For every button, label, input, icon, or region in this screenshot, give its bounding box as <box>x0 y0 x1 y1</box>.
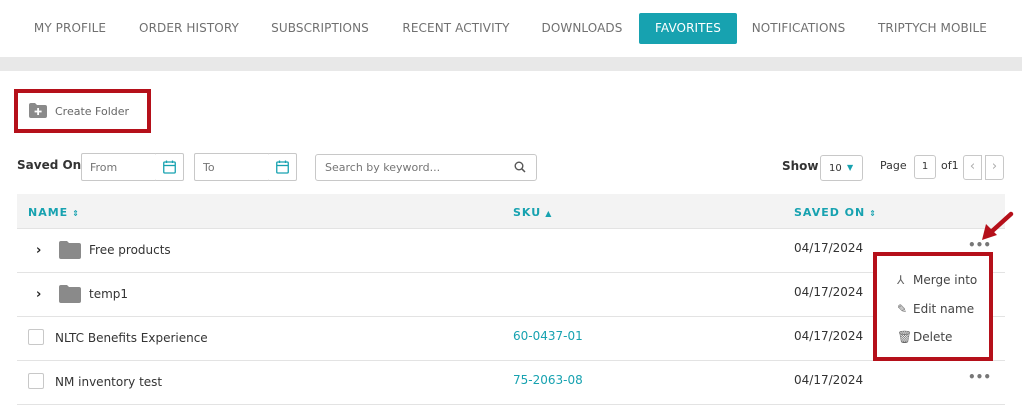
row-saved-on: 04/17/2024 <box>794 329 864 343</box>
row-saved-on: 04/17/2024 <box>794 241 864 255</box>
tab-my-profile[interactable]: MY PROFILE <box>24 13 116 44</box>
row-saved-on: 04/17/2024 <box>794 285 864 299</box>
expand-chevron-icon[interactable]: › <box>36 243 41 258</box>
create-folder-label: Create Folder <box>55 105 130 118</box>
menu-item-label: Edit name <box>913 302 975 316</box>
row-checkbox[interactable] <box>28 329 44 345</box>
previous-page-button[interactable]: ‹ <box>963 155 982 180</box>
tab-triptych-mobile[interactable]: TRIPTYCH MOBILE <box>871 13 994 44</box>
row-sku-link[interactable]: 75-2063-08 <box>513 373 583 387</box>
menu-item-label: Delete <box>913 330 953 344</box>
section-divider-band <box>0 57 1022 71</box>
item-name[interactable]: NLTC Benefits Experience <box>55 331 208 345</box>
column-header-name[interactable]: NAME ⇕ <box>28 206 79 219</box>
column-name-label: NAME <box>28 206 69 219</box>
tab-notifications[interactable]: NOTIFICATIONS <box>747 13 850 44</box>
folder-name[interactable]: temp1 <box>89 287 128 301</box>
sort-ascending-icon: ▲ <box>545 209 552 218</box>
tab-subscriptions[interactable]: SUBSCRIPTIONS <box>264 13 376 44</box>
pencil-icon: ✎ <box>897 302 908 316</box>
more-options-icon[interactable]: ••• <box>968 370 991 384</box>
from-calendar-button[interactable] <box>156 153 184 181</box>
calendar-icon <box>163 160 176 174</box>
folder-icon <box>59 285 81 303</box>
create-folder-button[interactable]: Create Folder <box>14 89 151 133</box>
tab-order-history[interactable]: ORDER HISTORY <box>134 13 244 44</box>
expand-chevron-icon[interactable]: › <box>36 287 41 302</box>
column-header-saved-on[interactable]: SAVED ON ⇕ <box>794 206 876 219</box>
folder-name[interactable]: Free products <box>89 243 171 257</box>
search-icon[interactable] <box>514 161 526 173</box>
saved-on-label: Saved On <box>17 158 82 172</box>
menu-item-delete[interactable]: 🗑Delete <box>897 330 952 344</box>
column-sku-label: SKU <box>513 206 542 219</box>
table-row-item[interactable]: NM inventory test 75-2063-08 04/17/2024 … <box>17 361 1005 405</box>
next-page-button[interactable]: › <box>985 155 1004 180</box>
table-row-item[interactable]: NLTC Benefits Experience 60-0437-01 04/1… <box>17 317 1005 361</box>
current-page-input[interactable]: 1 <box>914 155 936 179</box>
table-row-folder[interactable]: › Free products 04/17/2024 ••• <box>17 229 1005 273</box>
row-actions-menu: ⅄ Merge into ✎ Edit name 🗑Delete <box>873 252 993 361</box>
folder-plus-icon <box>29 103 47 118</box>
menu-item-merge-into[interactable]: ⅄ Merge into <box>897 273 977 287</box>
trash-icon: 🗑 <box>897 330 913 344</box>
keyword-search <box>315 154 537 181</box>
page-size-select[interactable]: 10 ▼ <box>820 155 863 181</box>
total-pages-label: of1 <box>941 159 959 172</box>
favorites-table-header: NAME ⇕ SKU ▲ SAVED ON ⇕ <box>17 194 1005 229</box>
row-saved-on: 04/17/2024 <box>794 373 864 387</box>
tab-recent-activity[interactable]: RECENT ACTIVITY <box>397 13 515 44</box>
annotation-arrow-icon <box>982 211 1014 240</box>
folder-icon <box>59 241 81 259</box>
row-sku-link[interactable]: 60-0437-01 <box>513 329 583 343</box>
to-calendar-button[interactable] <box>269 153 297 181</box>
item-name[interactable]: NM inventory test <box>55 375 162 389</box>
table-row-folder[interactable]: › temp1 04/17/2024 <box>17 273 1005 317</box>
sort-both-icon: ⇕ <box>869 209 876 218</box>
calendar-icon <box>276 160 289 174</box>
sort-both-icon: ⇕ <box>72 209 79 218</box>
chevron-down-icon: ▼ <box>847 163 854 172</box>
tab-downloads[interactable]: DOWNLOADS <box>535 13 629 44</box>
to-date-input[interactable] <box>194 153 270 181</box>
menu-item-label: Merge into <box>913 273 978 287</box>
account-tab-bar: MY PROFILE ORDER HISTORY SUBSCRIPTIONS R… <box>0 0 1022 57</box>
tab-favorites[interactable]: FAVORITES <box>639 13 737 44</box>
column-header-sku[interactable]: SKU ▲ <box>513 206 551 219</box>
show-label: Show <box>782 159 819 173</box>
from-date-input[interactable] <box>81 153 157 181</box>
menu-item-edit-name[interactable]: ✎ Edit name <box>897 302 974 316</box>
merge-icon: ⅄ <box>897 273 905 287</box>
row-checkbox[interactable] <box>28 373 44 389</box>
column-saved-on-label: SAVED ON <box>794 206 866 219</box>
search-input[interactable] <box>316 155 506 180</box>
page-size-value: 10 <box>829 163 842 174</box>
page-label: Page <box>880 159 907 172</box>
